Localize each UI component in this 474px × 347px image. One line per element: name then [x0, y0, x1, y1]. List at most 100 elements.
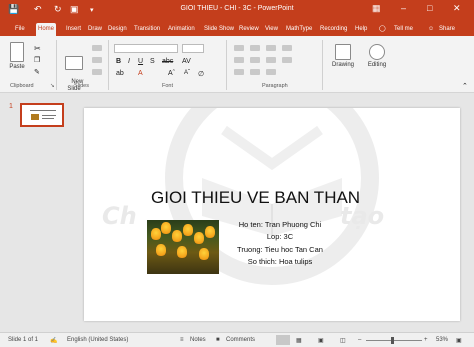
- slideshow-view-icon[interactable]: ◫: [340, 337, 346, 344]
- clipboard-launcher-icon[interactable]: ↘: [50, 83, 55, 89]
- info-school[interactable]: Truong: Tieu hoc Tan Can: [180, 245, 380, 254]
- editing-label: Editing: [367, 62, 387, 68]
- decrease-font-icon[interactable]: Aˇ: [184, 70, 190, 76]
- text-highlight-icon[interactable]: ab: [116, 70, 124, 77]
- italic-icon[interactable]: I: [128, 58, 130, 65]
- bullets-button[interactable]: [234, 45, 244, 51]
- language-indicator[interactable]: English (United States): [67, 337, 128, 343]
- slide-sorter-icon[interactable]: ▦: [296, 337, 302, 344]
- group-font-label: Font: [162, 83, 174, 89]
- tab-recording[interactable]: Recording: [318, 23, 349, 36]
- separator: [56, 40, 57, 90]
- thumbnail-title-line: [30, 110, 56, 111]
- tab-insert[interactable]: Insert: [64, 23, 83, 36]
- tab-help[interactable]: Help: [353, 23, 369, 36]
- numbering-button[interactable]: [250, 45, 260, 51]
- slide-thumbnail[interactable]: [20, 103, 64, 127]
- font-name-box[interactable]: [114, 44, 178, 53]
- tab-mathtype[interactable]: MathType: [284, 23, 314, 36]
- line-spacing-button[interactable]: [282, 45, 292, 51]
- tab-file[interactable]: File: [13, 23, 27, 36]
- title-bar: 💾 ↶ ↻ ▣ ▾ GIOI THIEU - CHI - 3C - PowerP…: [0, 0, 474, 20]
- tab-review[interactable]: Review: [237, 23, 261, 36]
- close-button[interactable]: ✕: [453, 3, 461, 14]
- zoom-slider-thumb[interactable]: [391, 337, 394, 344]
- tab-view[interactable]: View: [263, 23, 280, 36]
- align-right-button[interactable]: [266, 57, 276, 63]
- increase-font-icon[interactable]: Aˆ: [168, 70, 175, 77]
- slide-counter[interactable]: Slide 1 of 1: [8, 337, 38, 343]
- indent-button[interactable]: [266, 45, 276, 51]
- cut-icon[interactable]: ✂: [34, 44, 41, 53]
- tulip-flower: [161, 222, 171, 234]
- share-icon[interactable]: ☺: [426, 23, 436, 36]
- layout-button[interactable]: [92, 45, 102, 51]
- slide-title[interactable]: GIOI THIEU VE BAN THAN: [151, 188, 360, 208]
- spelling-icon[interactable]: ✍: [50, 337, 57, 344]
- align-center-button[interactable]: [250, 57, 260, 63]
- drawing-button[interactable]: Drawing: [326, 44, 360, 68]
- paste-label: Paste: [9, 64, 25, 70]
- char-spacing-icon[interactable]: AV: [182, 58, 191, 65]
- normal-view-icon[interactable]: [276, 335, 290, 345]
- shadow-icon[interactable]: S: [150, 58, 155, 65]
- tab-home[interactable]: Home: [36, 23, 57, 36]
- maximize-button[interactable]: □: [427, 3, 432, 13]
- bold-icon[interactable]: B: [116, 58, 121, 65]
- section-button[interactable]: [92, 69, 102, 75]
- tab-draw[interactable]: Draw: [86, 23, 104, 36]
- comments-icon[interactable]: ■: [216, 337, 220, 343]
- collapse-ribbon-icon[interactable]: ⌃: [462, 82, 468, 90]
- text-direction-button[interactable]: [234, 69, 244, 75]
- tell-me-search[interactable]: Tell me: [392, 23, 415, 36]
- share-button[interactable]: Share: [437, 23, 457, 36]
- status-bar: Slide 1 of 1 ✍ English (United States) ≡…: [0, 332, 474, 347]
- group-clipboard-label: Clipboard: [10, 83, 34, 89]
- separator: [108, 40, 109, 90]
- smartart-button[interactable]: [266, 69, 276, 75]
- thumbnail-image: [31, 114, 39, 120]
- thumbnail-text-line: [42, 115, 56, 116]
- minimize-button[interactable]: –: [401, 3, 406, 13]
- strikethrough-icon[interactable]: abc: [162, 58, 173, 65]
- info-name[interactable]: Ho ten: Tran Phuong Chi: [180, 220, 380, 229]
- reset-button[interactable]: [92, 57, 102, 63]
- tab-design[interactable]: Design: [106, 23, 129, 36]
- comments-button[interactable]: Comments: [226, 337, 255, 343]
- thumbnail-number: 1: [9, 103, 13, 110]
- notes-icon[interactable]: ≡: [180, 337, 184, 343]
- justify-button[interactable]: [282, 57, 292, 63]
- lightbulb-icon[interactable]: ◯: [377, 23, 388, 36]
- paste-button[interactable]: Paste: [6, 42, 28, 70]
- info-class[interactable]: Lop: 3C: [180, 232, 380, 241]
- tab-slide-show[interactable]: Slide Show: [202, 23, 236, 36]
- ribbon-home: Paste ✂ ❐ ✎ Clipboard ↘ New Slide Slides…: [0, 36, 474, 93]
- shapes-icon: [335, 44, 351, 60]
- align-text-button[interactable]: [250, 69, 260, 75]
- new-slide-button[interactable]: New Slide: [60, 42, 88, 100]
- group-slides-label: Slides: [74, 83, 89, 89]
- slide-canvas[interactable]: Ch tạo GIOI THIEU VE BAN THAN Ho ten: Tr…: [84, 108, 460, 321]
- zoom-out-icon[interactable]: –: [358, 337, 361, 343]
- zoom-slider[interactable]: [366, 340, 422, 341]
- tab-transition[interactable]: Transition: [132, 23, 162, 36]
- format-painter-icon[interactable]: ✎: [34, 68, 40, 76]
- font-size-box[interactable]: [182, 44, 204, 53]
- info-hobby[interactable]: So thich: Hoa tulips: [180, 257, 380, 266]
- zoom-in-icon[interactable]: +: [424, 337, 428, 343]
- ribbon-tabs: File Home Insert Draw Design Transition …: [0, 20, 474, 36]
- underline-icon[interactable]: U: [138, 58, 143, 65]
- copy-icon[interactable]: ❐: [34, 56, 40, 64]
- fit-to-window-icon[interactable]: ▣: [456, 337, 462, 344]
- clipboard-icon: [10, 42, 24, 62]
- zoom-level[interactable]: 53%: [436, 337, 448, 343]
- notes-button[interactable]: Notes: [190, 337, 206, 343]
- font-color-icon[interactable]: A: [138, 70, 143, 77]
- align-left-button[interactable]: [234, 57, 244, 63]
- reading-view-icon[interactable]: ▣: [318, 337, 324, 344]
- tab-animation[interactable]: Animation: [166, 23, 197, 36]
- editing-button[interactable]: Editing: [362, 44, 392, 68]
- drawing-label: Drawing: [331, 62, 354, 68]
- ribbon-display-options-icon[interactable]: ▦: [372, 3, 381, 14]
- clear-formatting-icon[interactable]: ∅: [198, 70, 204, 78]
